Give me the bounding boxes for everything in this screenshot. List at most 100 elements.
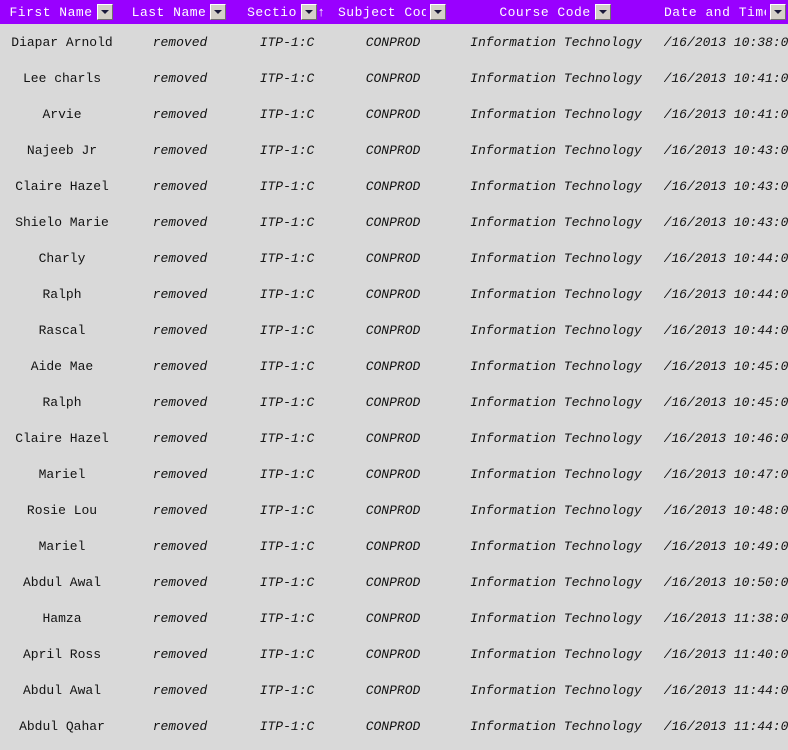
cell-date_time[interactable]: 8/16/2013 10:50:00 [664,564,788,600]
cell-section[interactable]: ITP-1:C [236,240,338,276]
cell-subject_code[interactable]: CONPROD [338,132,448,168]
cell-subject_code[interactable]: CONPROD [338,528,448,564]
cell-course_code[interactable]: Information Technology [448,636,664,672]
cell-subject_code[interactable]: CONPROD [338,60,448,96]
cell-date_time[interactable]: 8/16/2013 10:46:00 [664,420,788,456]
cell-subject_code[interactable]: CONPROD [338,168,448,204]
table-row[interactable]: Abdul Awal removed ITP-1:C CONPROD Informati… [0,564,788,600]
cell-course_code[interactable]: Information Technology [448,132,664,168]
cell-section[interactable]: ITP-1:C [236,348,338,384]
cell-section[interactable]: ITP-1:C [236,276,338,312]
table-row[interactable]: Ralph removed ITP-1:C CONPROD Information Te… [0,384,788,420]
cell-course_code[interactable]: Information Technology [448,96,664,132]
cell-date_time[interactable]: 8/16/2013 10:45:00 [664,384,788,420]
cell-first_name[interactable]: Diapar Arnold [0,24,124,60]
cell-subject_code[interactable]: CONPROD [338,564,448,600]
cell-last_name[interactable]: removed [124,420,236,456]
cell-first_name[interactable]: Claire Hazel [0,420,124,456]
cell-section[interactable]: ITP-1:C [236,168,338,204]
cell-first_name[interactable]: Charly [0,240,124,276]
filter-dropdown-button-date_time[interactable] [770,4,786,20]
filter-dropdown-button-section[interactable] [300,4,317,20]
cell-date_time[interactable]: 8/16/2013 10:47:00 [664,456,788,492]
cell-section[interactable]: ITP-1:C [236,528,338,564]
cell-first_name[interactable]: Arvie [0,96,124,132]
table-row[interactable]: Charly removed ITP-1:C CONPROD Information T… [0,240,788,276]
cell-date_time[interactable]: 8/16/2013 10:38:00 [664,24,788,60]
cell-course_code[interactable]: Information Technology [448,384,664,420]
cell-date_time[interactable]: 8/16/2013 10:43:00 [664,132,788,168]
table-row[interactable]: Rosie Lou removed ITP-1:C CONPROD Informatio… [0,492,788,528]
column-header-last_name[interactable]: Last Name [124,0,236,24]
cell-date_time[interactable]: 8/16/2013 11:44:00 [664,672,788,708]
cell-last_name[interactable]: removed [124,60,236,96]
cell-section[interactable]: ITP-1:C [236,204,338,240]
cell-subject_code[interactable]: CONPROD [338,96,448,132]
cell-date_time[interactable]: 8/16/2013 10:44:00 [664,276,788,312]
cell-date_time[interactable]: 8/16/2013 10:44:00 [664,312,788,348]
table-row[interactable]: Hamza removed ITP-1:C CONPROD Information Te… [0,600,788,636]
table-row[interactable]: Rascal removed ITP-1:C CONPROD Information T… [0,312,788,348]
cell-subject_code[interactable]: CONPROD [338,312,448,348]
cell-date_time[interactable]: 8/16/2013 10:44:00 [664,240,788,276]
cell-subject_code[interactable]: CONPROD [338,636,448,672]
cell-subject_code[interactable]: CONPROD [338,492,448,528]
cell-course_code[interactable]: Information Technology [448,276,664,312]
column-header-course_code[interactable]: Course Code [448,0,664,24]
cell-section[interactable]: ITP-1:C [236,672,338,708]
cell-first_name[interactable]: Aide Mae [0,348,124,384]
cell-last_name[interactable]: removed [124,24,236,60]
table-row[interactable]: Claire Hazel removed ITP-1:C CONPROD Informa… [0,168,788,204]
table-row[interactable]: Najeeb Jr removed ITP-1:C CONPROD Informatio… [0,132,788,168]
table-row[interactable]: Ralph removed ITP-1:C CONPROD Information Te… [0,276,788,312]
cell-last_name[interactable]: removed [124,96,236,132]
cell-course_code[interactable]: Information Technology [448,168,664,204]
table-row[interactable]: April Ross removed ITP-1:C CONPROD Informati… [0,636,788,672]
cell-date_time[interactable]: 8/16/2013 10:43:00 [664,204,788,240]
cell-last_name[interactable]: removed [124,492,236,528]
cell-date_time[interactable]: 8/16/2013 10:45:00 [664,348,788,384]
table-row[interactable]: Abdul Awal removed ITP-1:C CONPROD Informati… [0,672,788,708]
cell-subject_code[interactable]: CONPROD [338,672,448,708]
cell-course_code[interactable]: Information Technology [448,456,664,492]
cell-first_name[interactable]: Hamza [0,600,124,636]
cell-section[interactable]: ITP-1:C [236,60,338,96]
cell-first_name[interactable]: Abdul Awal [0,564,124,600]
column-header-date_time[interactable]: Date and Time Logo [664,0,788,24]
cell-first_name[interactable]: Claire Hazel [0,168,124,204]
column-header-subject_code[interactable]: Subject Cod [338,0,448,24]
cell-course_code[interactable]: Information Technology [448,348,664,384]
cell-first_name[interactable]: Abdul Awal [0,672,124,708]
table-row[interactable]: Mariel removed ITP-1:C CONPROD Information T… [0,456,788,492]
cell-section[interactable]: ITP-1:C [236,96,338,132]
cell-last_name[interactable]: removed [124,672,236,708]
table-row[interactable]: Mariel removed ITP-1:C CONPROD Information T… [0,528,788,564]
cell-course_code[interactable]: Information Technology [448,240,664,276]
cell-last_name[interactable]: removed [124,168,236,204]
table-row[interactable]: Lee charls removed ITP-1:C CONPROD Informati… [0,60,788,96]
cell-first_name[interactable]: Mariel [0,456,124,492]
table-row[interactable]: Claire Hazel removed ITP-1:C CONPROD Informa… [0,420,788,456]
cell-course_code[interactable]: Information Technology [448,312,664,348]
cell-date_time[interactable]: 8/16/2013 10:49:00 [664,528,788,564]
cell-section[interactable]: ITP-1:C [236,708,338,744]
cell-subject_code[interactable]: CONPROD [338,420,448,456]
cell-course_code[interactable]: Information Technology [448,204,664,240]
column-header-first_name[interactable]: First Name [0,0,124,24]
cell-section[interactable]: ITP-1:C [236,564,338,600]
cell-first_name[interactable]: Rosie Lou [0,492,124,528]
cell-subject_code[interactable]: CONPROD [338,276,448,312]
cell-date_time[interactable]: 8/16/2013 11:44:00 [664,708,788,744]
cell-section[interactable]: ITP-1:C [236,600,338,636]
cell-subject_code[interactable]: CONPROD [338,600,448,636]
cell-date_time[interactable]: 8/16/2013 10:48:00 [664,492,788,528]
cell-last_name[interactable]: removed [124,312,236,348]
cell-last_name[interactable]: removed [124,276,236,312]
cell-course_code[interactable]: Information Technology [448,420,664,456]
cell-first_name[interactable]: Lee charls [0,60,124,96]
cell-section[interactable]: ITP-1:C [236,312,338,348]
cell-last_name[interactable]: removed [124,456,236,492]
cell-last_name[interactable]: removed [124,384,236,420]
cell-first_name[interactable]: Abdul Qahar [0,708,124,744]
cell-section[interactable]: ITP-1:C [236,132,338,168]
